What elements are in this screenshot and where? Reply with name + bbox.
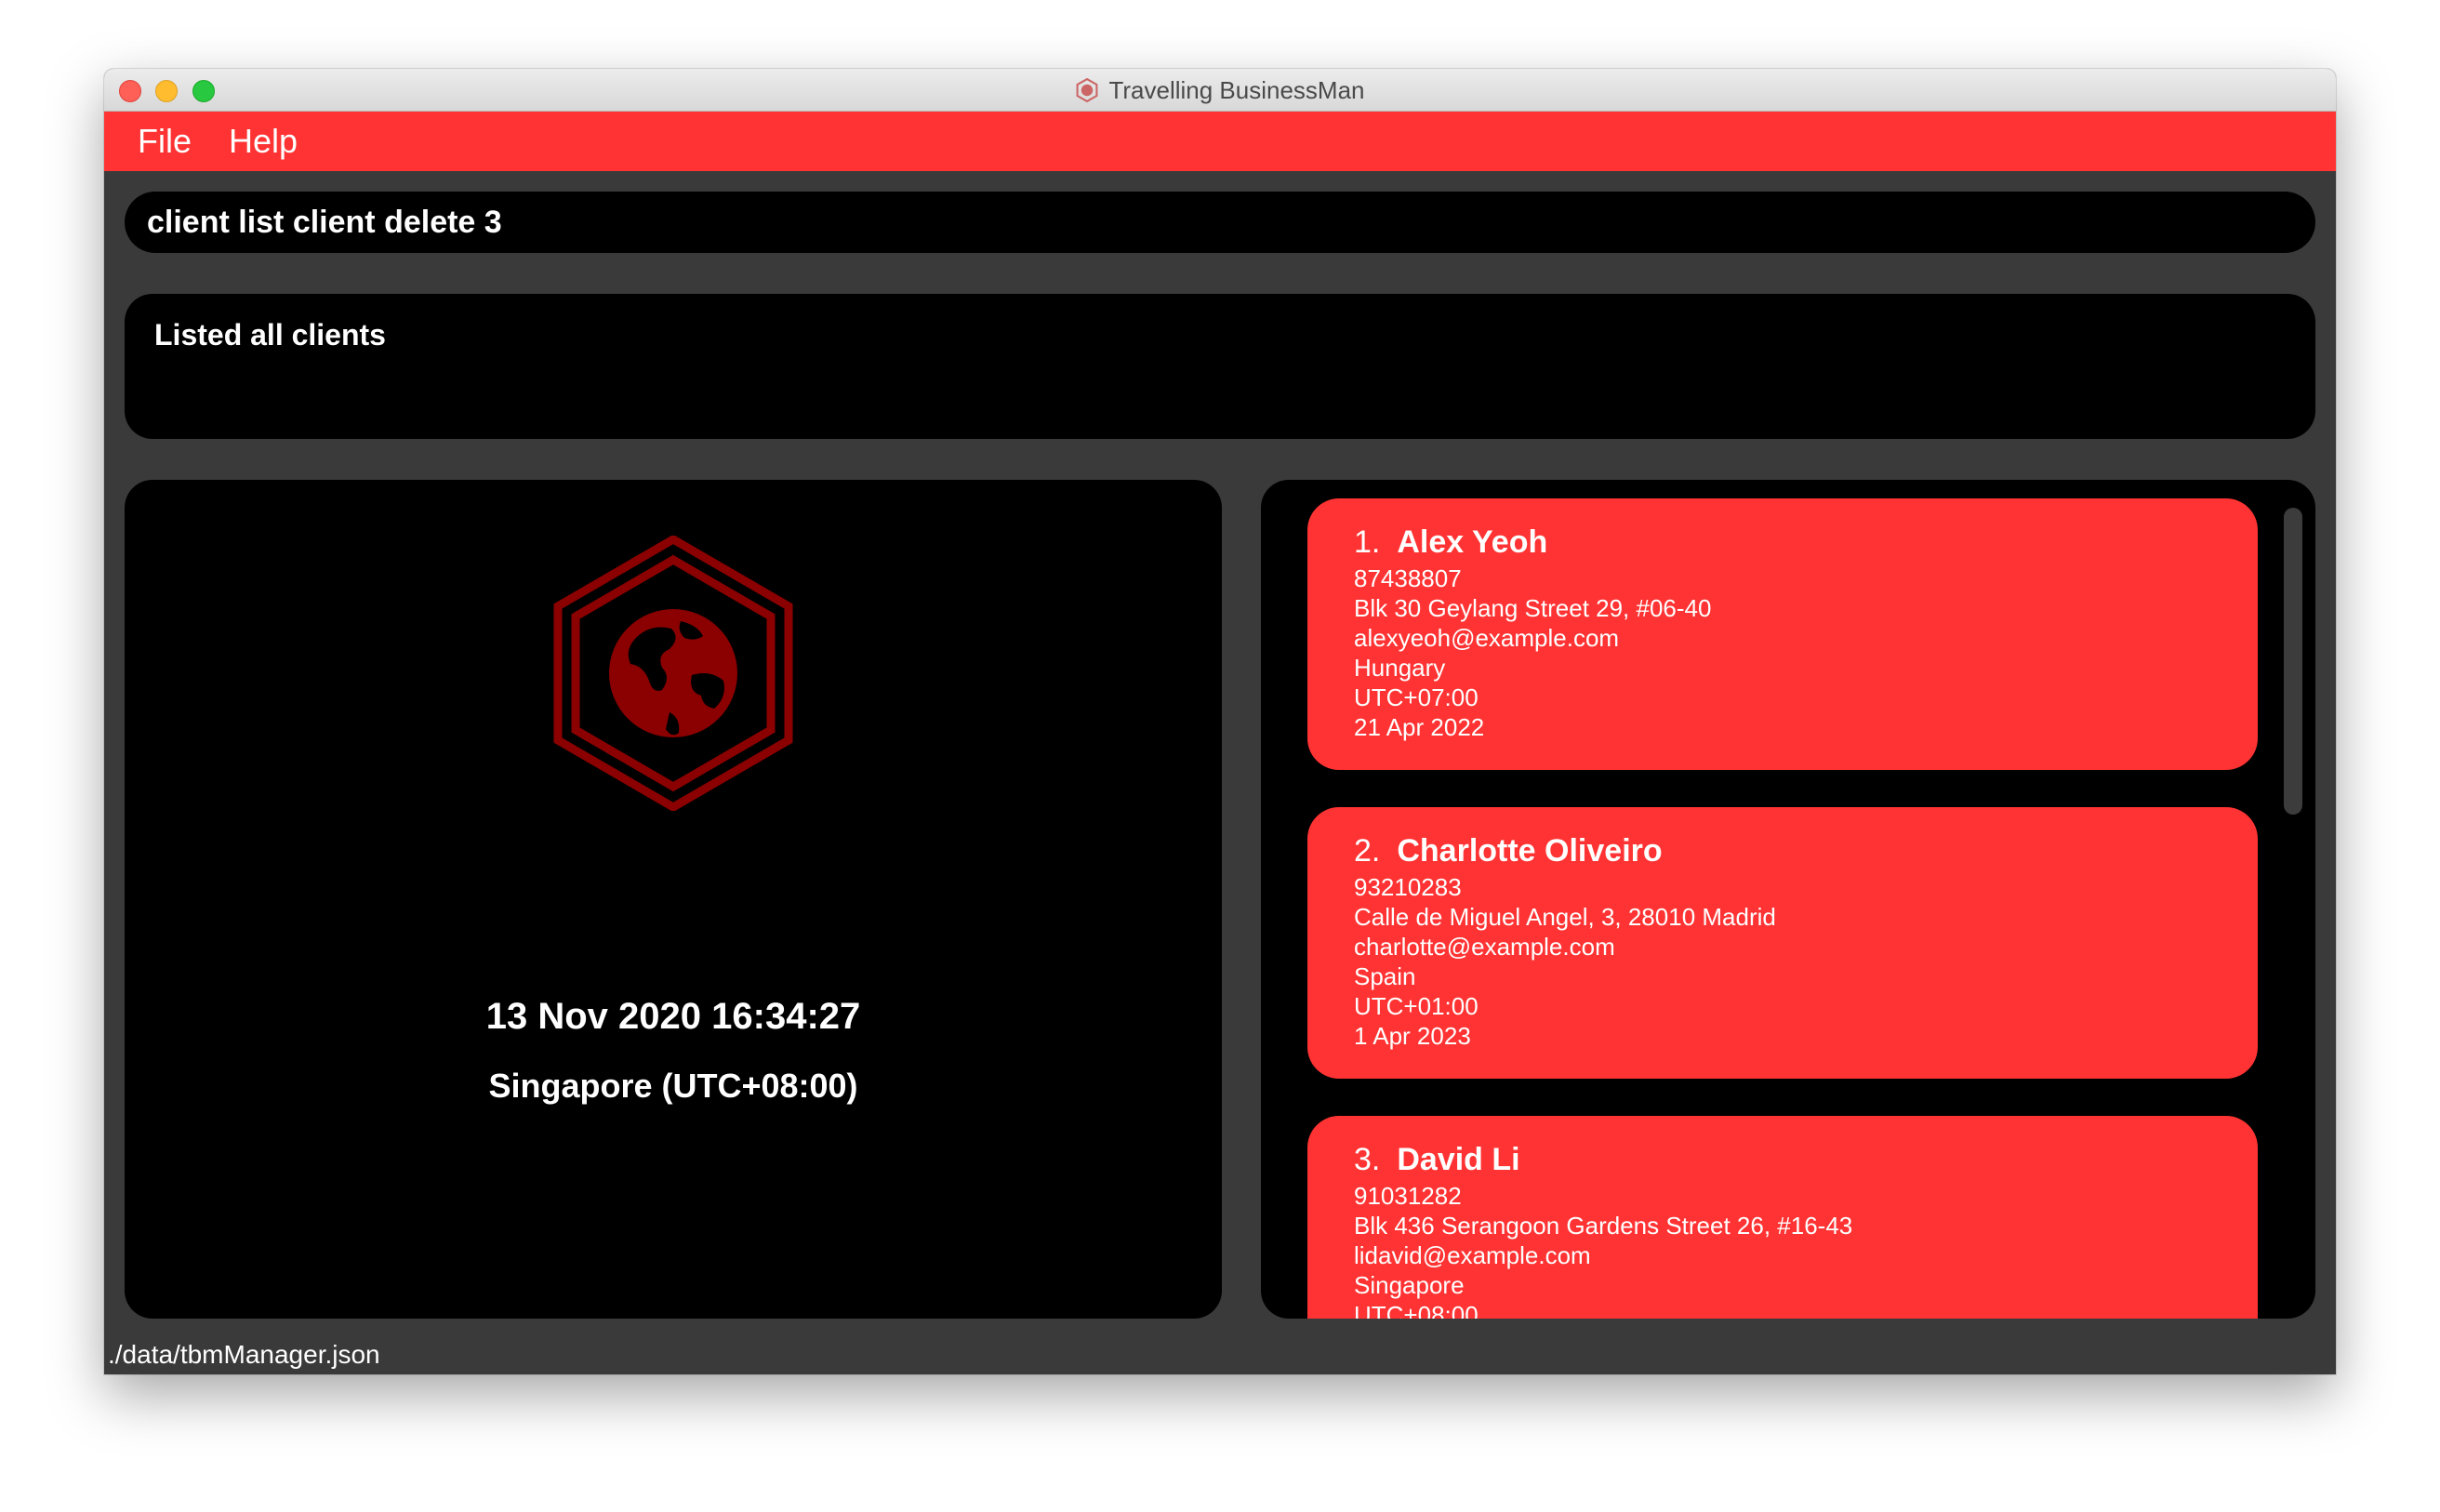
client-email: lidavid@example.com: [1354, 1241, 1591, 1269]
client-address: Blk 436 Serangoon Gardens Street 26, #16…: [1354, 1212, 1853, 1240]
client-name: Alex Yeoh: [1397, 524, 1548, 560]
app-window: Travelling BusinessMan File Help client …: [104, 69, 2336, 1374]
client-name: Charlotte Oliveiro: [1397, 833, 1663, 869]
client-card[interactable]: 2. Charlotte Oliveiro 93210283 Calle de M…: [1307, 807, 2258, 1079]
client-index: 2.: [1354, 833, 1381, 869]
data-file-path: ./data/tbmManager.json: [108, 1340, 380, 1369]
client-country: Spain: [1354, 962, 1416, 990]
window-title: Travelling BusinessMan: [1108, 75, 1365, 104]
client-card[interactable]: 1. Alex Yeoh 87438807 Blk 30 Geylang Stre…: [1307, 498, 2258, 770]
clock-panel: 13 Nov 2020 16:34:27 Singapore (UTC+08:0…: [125, 480, 1222, 1319]
client-timezone: UTC+08:00: [1354, 1301, 1479, 1319]
command-input-box[interactable]: client list client delete 3: [125, 192, 2315, 253]
client-name: David Li: [1397, 1142, 1520, 1177]
client-timezone: UTC+07:00: [1354, 683, 1479, 711]
client-country: Singapore: [1354, 1271, 1465, 1299]
client-email: charlotte@example.com: [1354, 933, 1615, 961]
client-phone: 91031282: [1354, 1182, 1462, 1210]
current-datetime: 13 Nov 2020 16:34:27: [485, 996, 861, 1037]
client-phone: 93210283: [1354, 873, 1462, 901]
client-card[interactable]: 3. David Li 91031282 Blk 436 Serangoon Ga…: [1307, 1116, 2258, 1319]
client-phone: 87438807: [1354, 564, 1462, 592]
client-card-header: 3. David Li: [1354, 1144, 2258, 1175]
result-message: Listed all clients: [154, 318, 386, 351]
app-icon: [1077, 78, 1098, 102]
menu-bar: File Help: [104, 112, 2336, 171]
client-card-header: 2. Charlotte Oliveiro: [1354, 835, 2258, 867]
client-country: Hungary: [1354, 654, 1446, 682]
client-email: alexyeoh@example.com: [1354, 624, 1620, 652]
client-index: 1.: [1354, 524, 1381, 560]
command-input[interactable]: client list client delete 3: [147, 205, 502, 241]
status-bar: ./data/tbmManager.json: [104, 1335, 2336, 1374]
window-title-group: Travelling BusinessMan: [104, 69, 2336, 112]
client-date: 1 Apr 2023: [1354, 1022, 1471, 1050]
menu-file[interactable]: File: [138, 122, 192, 161]
current-timezone: Singapore (UTC+08:00): [488, 1067, 858, 1105]
client-list-scrollbar[interactable]: [2284, 508, 2302, 815]
result-display: Listed all clients: [125, 294, 2315, 439]
client-list-panel[interactable]: 1. Alex Yeoh 87438807 Blk 30 Geylang Stre…: [1261, 480, 2315, 1319]
title-bar[interactable]: Travelling BusinessMan: [104, 69, 2336, 112]
client-card-header: 1. Alex Yeoh: [1354, 526, 2258, 558]
menu-help[interactable]: Help: [229, 122, 298, 161]
client-index: 3.: [1354, 1142, 1381, 1177]
client-timezone: UTC+01:00: [1354, 992, 1479, 1020]
hexagon-globe-icon: [553, 536, 793, 811]
client-address: Blk 30 Geylang Street 29, #06-40: [1354, 594, 1712, 622]
client-date: 21 Apr 2022: [1354, 713, 1485, 741]
client-address: Calle de Miguel Angel, 3, 28010 Madrid: [1354, 903, 1776, 931]
